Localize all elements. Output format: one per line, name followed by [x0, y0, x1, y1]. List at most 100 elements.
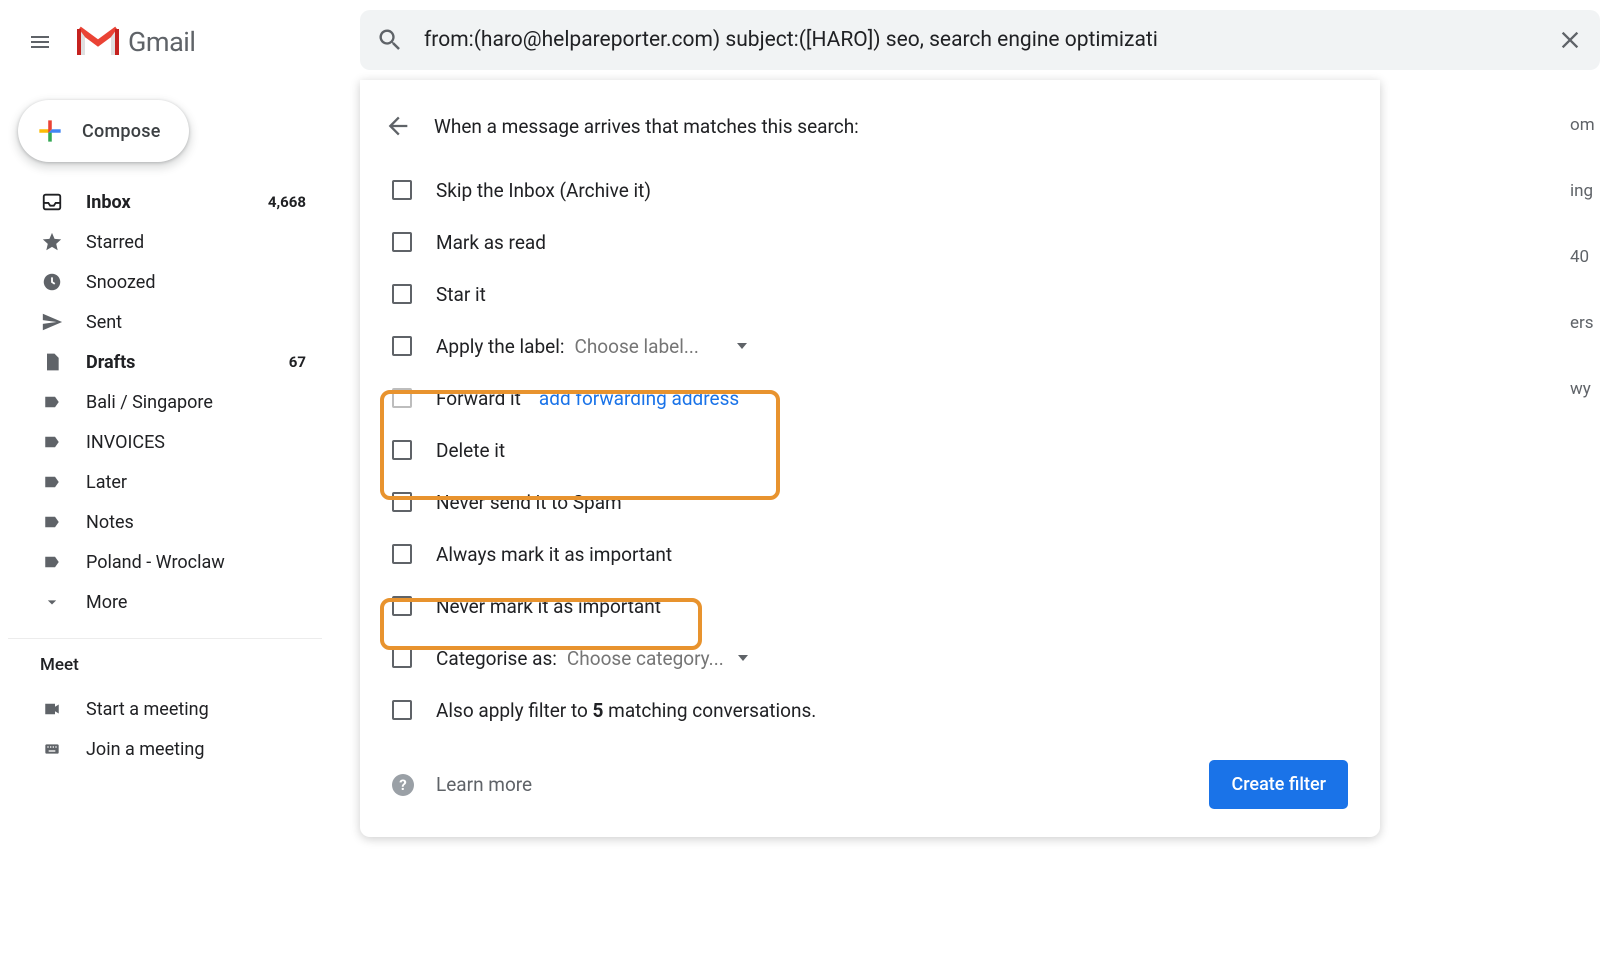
filter-option-delete[interactable]: Delete it: [384, 424, 1356, 476]
checkbox[interactable]: [392, 388, 412, 408]
background-mail-list: om ing 40 ers wy: [1570, 92, 1600, 422]
search-input[interactable]: [424, 28, 1546, 52]
label-icon: [40, 550, 64, 574]
filter-option-apply-label[interactable]: Apply the label: Choose label...: [384, 320, 1356, 372]
help-icon[interactable]: ?: [392, 774, 414, 796]
sidebar-item-label-notes[interactable]: Notes: [8, 502, 322, 542]
checkbox[interactable]: [392, 492, 412, 512]
sidebar-label: Sent: [86, 312, 306, 333]
caret-down-icon: [738, 655, 748, 661]
sidebar-label: Snoozed: [86, 272, 306, 293]
option-label: Never mark it as important: [436, 595, 661, 618]
back-arrow-icon[interactable]: [384, 112, 412, 140]
compose-label: Compose: [82, 121, 161, 142]
checkbox[interactable]: [392, 440, 412, 460]
meet-start-label: Start a meeting: [86, 699, 306, 720]
dropdown-placeholder: Choose category...: [567, 647, 724, 670]
file-icon: [40, 350, 64, 374]
sidebar-label: Drafts: [86, 352, 289, 373]
filter-option-never-spam[interactable]: Never send it to Spam: [384, 476, 1356, 528]
sidebar-item-more[interactable]: More: [8, 582, 322, 622]
label-icon: [40, 470, 64, 494]
clear-search-icon[interactable]: [1556, 26, 1584, 54]
filter-option-star[interactable]: Star it: [384, 268, 1356, 320]
sidebar-label: Bali / Singapore: [86, 392, 306, 413]
option-label: Categorise as:: [436, 647, 557, 670]
send-icon: [40, 310, 64, 334]
option-label: Star it: [436, 283, 486, 306]
gmail-logo[interactable]: Gmail: [76, 25, 195, 59]
meet-heading: Meet: [8, 655, 322, 689]
video-icon: [40, 697, 64, 721]
search-icon[interactable]: [376, 26, 404, 54]
checkbox[interactable]: [392, 180, 412, 200]
divider: [8, 638, 322, 639]
create-filter-button[interactable]: Create filter: [1209, 760, 1348, 809]
sidebar-item-label-bali[interactable]: Bali / Singapore: [8, 382, 322, 422]
checkbox[interactable]: [392, 596, 412, 616]
sidebar-label: Inbox: [86, 192, 268, 213]
app-name: Gmail: [128, 26, 195, 58]
sidebar-item-label-later[interactable]: Later: [8, 462, 322, 502]
meet-join-label: Join a meeting: [86, 739, 306, 760]
option-label: Mark as read: [436, 231, 546, 254]
sidebar-label: Notes: [86, 512, 306, 533]
clock-icon: [40, 270, 64, 294]
filter-option-also-apply[interactable]: Also apply filter to 5 matching conversa…: [384, 684, 1356, 736]
filter-option-mark-read[interactable]: Mark as read: [384, 216, 1356, 268]
inbox-icon: [40, 190, 64, 214]
checkbox[interactable]: [392, 336, 412, 356]
search-bar: [360, 10, 1600, 70]
option-label: Skip the Inbox (Archive it): [436, 179, 651, 202]
filter-option-forward[interactable]: Forward it add forwarding address: [384, 372, 1356, 424]
sidebar-item-inbox[interactable]: Inbox 4,668: [8, 182, 322, 222]
filter-option-never-important[interactable]: Never mark it as important: [384, 580, 1356, 632]
sidebar-item-drafts[interactable]: Drafts 67: [8, 342, 322, 382]
checkbox[interactable]: [392, 700, 412, 720]
sidebar-label: Later: [86, 472, 306, 493]
label-icon: [40, 510, 64, 534]
panel-heading: When a message arrives that matches this…: [434, 115, 859, 138]
start-meeting-button[interactable]: Start a meeting: [8, 689, 322, 729]
option-label: Delete it: [436, 439, 505, 462]
label-icon: [40, 430, 64, 454]
sidebar-item-label-poland[interactable]: Poland - Wroclaw: [8, 542, 322, 582]
option-label: Never send it to Spam: [436, 491, 622, 514]
hamburger-menu[interactable]: [16, 18, 64, 66]
caret-down-icon: [737, 343, 747, 349]
sidebar-label: Poland - Wroclaw: [86, 552, 306, 573]
sidebar-item-snoozed[interactable]: Snoozed: [8, 262, 322, 302]
option-label: Also apply filter to 5 matching conversa…: [436, 699, 816, 722]
category-dropdown[interactable]: Choose category...: [567, 647, 748, 670]
option-label: Apply the label:: [436, 335, 564, 358]
checkbox[interactable]: [392, 232, 412, 252]
keyboard-icon: [40, 737, 64, 761]
sidebar-label: Starred: [86, 232, 306, 253]
dropdown-placeholder: Choose label...: [574, 335, 698, 358]
sidebar-item-starred[interactable]: Starred: [8, 222, 322, 262]
sidebar-item-sent[interactable]: Sent: [8, 302, 322, 342]
sidebar-label: INVOICES: [86, 432, 306, 453]
label-icon: [40, 390, 64, 414]
checkbox[interactable]: [392, 284, 412, 304]
checkbox[interactable]: [392, 544, 412, 564]
filter-panel: When a message arrives that matches this…: [360, 80, 1380, 837]
add-forwarding-link[interactable]: add forwarding address: [539, 387, 739, 410]
plus-icon: [34, 115, 66, 147]
checkbox[interactable]: [392, 648, 412, 668]
filter-option-categorise[interactable]: Categorise as: Choose category...: [384, 632, 1356, 684]
sidebar-label: More: [86, 592, 306, 613]
learn-more-link[interactable]: Learn more: [436, 773, 532, 796]
join-meeting-button[interactable]: Join a meeting: [8, 729, 322, 769]
drafts-count: 67: [289, 353, 306, 371]
compose-button[interactable]: Compose: [18, 100, 189, 162]
star-icon: [40, 230, 64, 254]
chevron-down-icon: [40, 590, 64, 614]
option-label: Forward it: [436, 387, 521, 410]
filter-option-always-important[interactable]: Always mark it as important: [384, 528, 1356, 580]
label-dropdown[interactable]: Choose label...: [574, 335, 746, 358]
option-label: Always mark it as important: [436, 543, 672, 566]
sidebar-item-label-invoices[interactable]: INVOICES: [8, 422, 322, 462]
filter-option-skip-inbox[interactable]: Skip the Inbox (Archive it): [384, 164, 1356, 216]
inbox-count: 4,668: [268, 193, 306, 211]
